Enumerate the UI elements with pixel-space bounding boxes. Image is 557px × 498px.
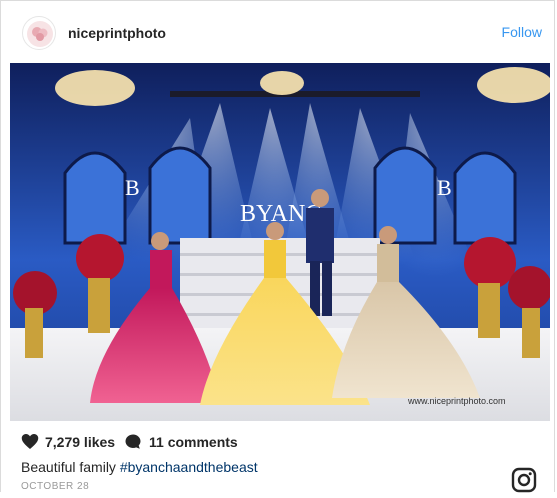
post-caption: Beautiful family #byanchaandthebeast (21, 459, 258, 475)
groom-figure (306, 189, 334, 316)
comment-button[interactable] (124, 433, 142, 456)
heart-icon (21, 434, 39, 449)
photo-watermark: www.niceprintphoto.com (407, 396, 506, 406)
instagram-icon (511, 467, 537, 493)
caption-hashtag[interactable]: #byanchaandthebeast (120, 459, 258, 475)
likes-count[interactable]: 7,279 likes (45, 434, 115, 450)
backdrop-monogram-left: B (125, 175, 140, 200)
username-link[interactable]: niceprintphoto (68, 25, 166, 41)
profile-avatar[interactable] (22, 16, 56, 50)
post-actions: 7,279 likes 11 comments (21, 433, 541, 453)
avatar-logo-icon (27, 21, 53, 47)
caption-text: Beautiful family (21, 459, 120, 475)
post-date: OCTOBER 28 (21, 481, 90, 492)
comment-icon (125, 434, 141, 449)
comments-count[interactable]: 11 comments (149, 434, 238, 450)
backdrop-monogram-right: B (437, 175, 452, 200)
instagram-post-card: niceprintphoto Follow B B BYANC www.nice… (0, 0, 556, 493)
post-header: niceprintphoto Follow (1, 1, 556, 63)
post-photo[interactable]: B B BYANC www.niceprintphoto.com (10, 63, 550, 421)
photo-illustration: B B BYANC www.niceprintphoto.com (10, 63, 550, 421)
follow-button[interactable]: Follow (502, 24, 542, 40)
instagram-logo-button[interactable] (511, 467, 537, 498)
like-button[interactable] (21, 433, 39, 455)
